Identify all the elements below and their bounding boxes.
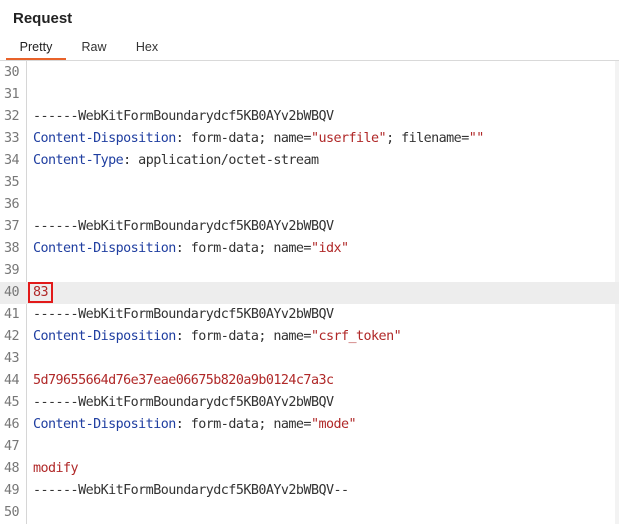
- header-name: Content-Disposition: [33, 417, 176, 432]
- header-name: Content-Disposition: [33, 131, 176, 146]
- editor-line[interactable]: 34 Content-Type: application/octet-stream: [0, 150, 619, 172]
- line-content: ------WebKitFormBoundarydcf5KB0AYv2bWBQV: [33, 392, 334, 414]
- line-number: 49: [4, 483, 20, 498]
- line-content: Content-Type: application/octet-stream: [33, 150, 319, 172]
- quoted-value: "mode": [310, 417, 357, 432]
- quoted-value: "idx": [310, 241, 349, 256]
- editor-line[interactable]: 44 5d79655664d76e37eae06675b820a9b0124c7a…: [0, 370, 619, 392]
- line-number: 46: [4, 417, 20, 432]
- line-number: 42: [4, 329, 20, 344]
- header-value: : application/octet-stream: [123, 153, 319, 168]
- editor-line[interactable]: 38 Content-Disposition: form-data; name="…: [0, 238, 619, 260]
- request-panel: Request Pretty Raw Hex 30 31 32 ------WebKi…: [0, 0, 619, 524]
- line-number: 33: [4, 131, 20, 146]
- editor-line[interactable]: 40 83: [0, 282, 619, 304]
- editor-line[interactable]: 36: [0, 194, 619, 216]
- line-number: 48: [4, 461, 20, 476]
- line-content: ------WebKitFormBoundarydcf5KB0AYv2bWBQV: [33, 304, 334, 326]
- line-content: ------WebKitFormBoundarydcf5KB0AYv2bWBQV: [33, 106, 334, 128]
- boundary-text: ------WebKitFormBoundarydcf5KB0AYv2bWBQV: [33, 307, 334, 322]
- editor-line[interactable]: 42 Content-Disposition: form-data; name="…: [0, 326, 619, 348]
- line-number: 34: [4, 153, 20, 168]
- header-value: : form-data; name=: [175, 329, 312, 344]
- body-value: modify: [33, 461, 79, 476]
- editor-line[interactable]: 39: [0, 260, 619, 282]
- editor-line[interactable]: 30: [0, 62, 619, 84]
- header-value: : form-data; name=: [175, 131, 312, 146]
- boundary-text: ------WebKitFormBoundarydcf5KB0AYv2bWBQV: [33, 219, 334, 234]
- line-content: 5d79655664d76e37eae06675b820a9b0124c7a3c: [33, 370, 334, 392]
- header-name: Content-Type: [33, 153, 124, 168]
- boundary-text: ------WebKitFormBoundarydcf5KB0AYv2bWBQV: [33, 109, 334, 124]
- line-number: 41: [4, 307, 20, 322]
- line-number: 35: [4, 175, 20, 190]
- line-content: Content-Disposition: form-data; name="id…: [33, 238, 349, 260]
- line-number: 47: [4, 439, 20, 454]
- line-number: 45: [4, 395, 20, 410]
- editor-line[interactable]: 48 modify: [0, 458, 619, 480]
- body-value: 5d79655664d76e37eae06675b820a9b0124c7a3c: [33, 373, 334, 388]
- editor-line[interactable]: 49 ------WebKitFormBoundarydcf5KB0AYv2bWB…: [0, 480, 619, 502]
- editor-line[interactable]: 41 ------WebKitFormBoundarydcf5KB0AYv2bWB…: [0, 304, 619, 326]
- view-tabs: Pretty Raw Hex: [0, 36, 619, 61]
- line-number: 32: [4, 109, 20, 124]
- line-content: 83: [27, 282, 54, 304]
- editor-line[interactable]: 47: [0, 436, 619, 458]
- line-content: ------WebKitFormBoundarydcf5KB0AYv2bWBQV…: [33, 480, 349, 502]
- line-number: 43: [4, 351, 20, 366]
- line-number: 36: [4, 197, 20, 212]
- line-content: Content-Disposition: form-data; name="mo…: [33, 414, 357, 436]
- boundary-text: ------WebKitFormBoundarydcf5KB0AYv2bWBQV…: [33, 483, 349, 498]
- tab-hex[interactable]: Hex: [125, 36, 169, 58]
- highlighted-value: 83: [27, 282, 54, 303]
- line-number: 50: [4, 505, 20, 520]
- editor-line[interactable]: 33 Content-Disposition: form-data; name="…: [0, 128, 619, 150]
- line-content: Content-Disposition: form-data; name="us…: [33, 128, 484, 150]
- line-number: 39: [4, 263, 20, 278]
- editor-line[interactable]: 43: [0, 348, 619, 370]
- editor-line[interactable]: 31: [0, 84, 619, 106]
- line-content: ------WebKitFormBoundarydcf5KB0AYv2bWBQV: [33, 216, 334, 238]
- boundary-text: ------WebKitFormBoundarydcf5KB0AYv2bWBQV: [33, 395, 334, 410]
- editor-line[interactable]: 32 ------WebKitFormBoundarydcf5KB0AYv2bWB…: [0, 106, 619, 128]
- quoted-value: "userfile": [310, 131, 387, 146]
- line-number: 40: [4, 285, 20, 300]
- line-number: 38: [4, 241, 20, 256]
- header-value: ; filename=: [386, 131, 469, 146]
- tab-raw[interactable]: Raw: [72, 36, 116, 58]
- header-value: : form-data; name=: [175, 241, 312, 256]
- line-number: 31: [4, 87, 20, 102]
- quoted-value: "": [468, 131, 485, 146]
- line-number: 44: [4, 373, 20, 388]
- request-editor[interactable]: 30 31 32 ------WebKitFormBoundarydcf5KB0AYv…: [0, 61, 619, 524]
- header-name: Content-Disposition: [33, 241, 176, 256]
- line-content: modify: [33, 458, 79, 480]
- line-number: 37: [4, 219, 20, 234]
- line-content: Content-Disposition: form-data; name="cs…: [33, 326, 402, 348]
- editor-line[interactable]: 45 ------WebKitFormBoundarydcf5KB0AYv2bWB…: [0, 392, 619, 414]
- editor-line[interactable]: 35: [0, 172, 619, 194]
- line-number: 30: [4, 65, 20, 80]
- panel-title: Request: [13, 10, 73, 27]
- quoted-value: "csrf_token": [310, 329, 402, 344]
- editor-line[interactable]: 46 Content-Disposition: form-data; name="…: [0, 414, 619, 436]
- tab-pretty[interactable]: Pretty: [6, 36, 66, 60]
- header-name: Content-Disposition: [33, 329, 176, 344]
- header-value: : form-data; name=: [175, 417, 312, 432]
- editor-line[interactable]: 37 ------WebKitFormBoundarydcf5KB0AYv2bWB…: [0, 216, 619, 238]
- editor-line[interactable]: 50: [0, 502, 619, 524]
